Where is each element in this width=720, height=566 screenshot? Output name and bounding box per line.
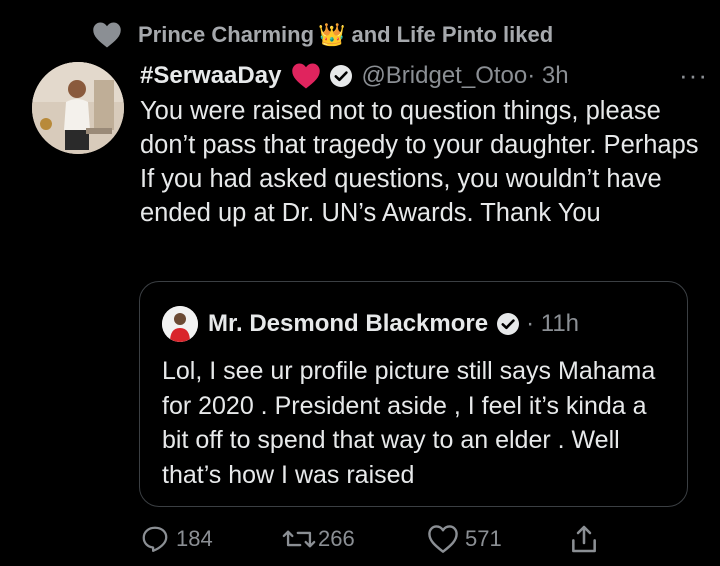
verified-badge-icon	[329, 64, 353, 88]
avatar[interactable]	[32, 62, 124, 154]
author-handle[interactable]: @Bridget_Otoo	[361, 62, 527, 90]
reply-icon	[140, 524, 170, 554]
retweet-button[interactable]: 266	[282, 520, 355, 558]
tweet-actions: 184 266 571	[140, 520, 610, 558]
quote-header: Mr. Desmond Blackmore · 11h	[162, 304, 579, 344]
quoted-tweet[interactable]: Mr. Desmond Blackmore · 11h Lol, I see u…	[139, 281, 688, 507]
quote-text: Lol, I see ur profile picture still says…	[162, 357, 656, 489]
quote-time: · 11h	[526, 310, 580, 337]
more-options-icon[interactable]: ···	[679, 60, 708, 91]
author-name[interactable]: #SerwaaDay	[140, 62, 281, 90]
verified-badge-icon	[496, 312, 520, 336]
reply-button[interactable]: 184	[140, 520, 213, 558]
tweet-header: #SerwaaDay @Bridget_Otoo · 3h	[140, 56, 700, 96]
share-icon	[568, 523, 600, 555]
reply-count: 184	[176, 526, 213, 551]
heart-icon	[92, 19, 124, 51]
share-button[interactable]	[568, 520, 600, 558]
tweet-time[interactable]: · 3h	[527, 62, 568, 90]
social-context-first-user: Prince Charming	[138, 22, 315, 47]
quote-avatar	[162, 306, 198, 342]
like-count: 571	[465, 526, 502, 551]
like-button[interactable]: 571	[427, 520, 502, 558]
like-icon	[427, 524, 459, 554]
quote-author-name: Mr. Desmond Blackmore	[208, 310, 489, 337]
retweet-count: 266	[318, 526, 355, 551]
social-context-rest: and Life Pinto liked	[351, 22, 554, 47]
red-heart-emoji	[291, 62, 321, 90]
tweet-text: You were raised not to question things, …	[140, 97, 699, 227]
retweet-icon	[282, 524, 316, 554]
social-context[interactable]: Prince Charming 👑 and Life Pinto liked	[92, 18, 553, 52]
crown-emoji: 👑	[318, 22, 346, 47]
